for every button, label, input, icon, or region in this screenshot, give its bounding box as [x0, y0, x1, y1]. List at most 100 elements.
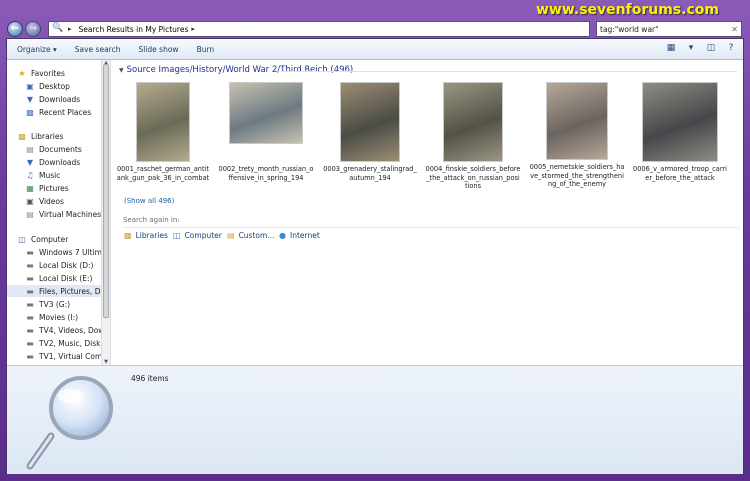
clear-search-icon[interactable]: ✕: [731, 25, 738, 34]
nav-downloads-lib-label: Downloads: [39, 157, 81, 167]
nav-virtual-label: Virtual Machines: [39, 209, 102, 219]
nav-documents[interactable]: ▤ Documents: [25, 143, 82, 155]
nav-drive-tv2[interactable]: ▬ TV2, Music, Disk Images: [25, 337, 101, 349]
nav-drive-f[interactable]: ▬ Files, Pictures, Dev (F:): [7, 285, 101, 297]
nav-computer[interactable]: ◫ Computer: [17, 233, 68, 245]
drive-icon: ▬: [26, 338, 34, 348]
file-thumbnail[interactable]: 0002_trety_month_russian_offensive_in_sp…: [218, 82, 314, 182]
search-again-custom-label: Custom...: [238, 231, 275, 240]
nav-drive-label: Movies (I:): [39, 312, 79, 322]
view-options-icon[interactable]: ▦: [665, 42, 677, 54]
scroll-thumb[interactable]: [103, 64, 109, 318]
recent-places-icon: ▩: [26, 107, 34, 117]
breadcrumb-chevron[interactable]: ▸: [191, 25, 195, 33]
nav-drive-c[interactable]: ▬ Windows 7 Ultimate: [25, 246, 101, 258]
nav-favorites[interactable]: ★ Favorites: [17, 67, 65, 79]
videos-icon: ▣: [26, 196, 34, 206]
drive-icon: ▬: [26, 299, 34, 309]
nav-drive-i[interactable]: ▬ Movies (I:): [25, 311, 101, 323]
search-again-internet[interactable]: ● Internet: [279, 231, 320, 240]
nav-libraries[interactable]: ▩ Libraries: [17, 130, 63, 142]
drive-icon: ▬: [26, 325, 34, 335]
image-thumbnail: [443, 82, 503, 162]
downloads-icon: ▼: [26, 94, 34, 104]
file-thumbnail[interactable]: 0004_finskie_soldiers_before_the_attack_…: [425, 82, 521, 191]
group-header-rule: [281, 71, 737, 72]
nav-drive-label: Files, Pictures, Dev (F:): [39, 286, 101, 296]
search-again-libraries[interactable]: ▩ Libraries: [124, 231, 168, 240]
nav-drive-tv1[interactable]: ▬ TV1, Virtual Computers: [25, 350, 101, 362]
nav-downloads-fav[interactable]: ▼ Downloads: [25, 93, 80, 105]
brand-watermark: www.sevenforums.com: [536, 2, 719, 18]
nav-recent-label: Recent Places: [39, 107, 92, 117]
image-thumbnail: [642, 82, 718, 162]
drive-icon: ▬: [26, 260, 34, 270]
breadcrumb-separator[interactable]: ▸: [68, 25, 72, 33]
file-name: 0006_v_armored_troop_carrier_before_the_…: [633, 165, 727, 182]
help-icon[interactable]: ?: [725, 42, 737, 54]
file-name: 0002_trety_month_russian_offensive_in_sp…: [218, 165, 314, 182]
save-search-button[interactable]: Save search: [75, 45, 121, 54]
back-button[interactable]: ←: [7, 21, 23, 37]
file-thumbnail[interactable]: 0006_v_armored_troop_carrier_before_the_…: [632, 82, 728, 182]
drive-icon: ▬: [26, 247, 34, 257]
item-count: 496 items: [131, 374, 169, 383]
search-query[interactable]: tag:"world war": [600, 25, 731, 34]
image-thumbnail: [229, 82, 303, 144]
documents-icon: ▤: [26, 144, 34, 154]
pictures-icon: ▦: [26, 183, 34, 193]
address-bar[interactable]: 🔍 ▸ Search Results in My Pictures ▸: [48, 21, 590, 37]
organize-button[interactable]: Organize ▾: [17, 45, 57, 54]
explorer-client: Organize ▾ Save search Slide show Burn ▦…: [6, 38, 744, 474]
libraries-icon: ▩: [18, 131, 26, 141]
slideshow-button[interactable]: Slide show: [138, 45, 178, 54]
nav-drive-label: Local Disk (D:): [39, 260, 94, 270]
search-again-computer[interactable]: ◫ Computer: [173, 231, 222, 240]
show-all-link[interactable]: (Show all 496): [124, 197, 174, 205]
file-name: 0004_finskie_soldiers_before_the_attack_…: [425, 165, 521, 191]
nav-downloads-lib[interactable]: ▼ Downloads: [25, 156, 80, 168]
breadcrumb-search-results[interactable]: Search Results in My Pictures: [79, 25, 189, 34]
drive-icon: ▬: [26, 312, 34, 322]
collapse-chevron-icon[interactable]: ▼: [119, 67, 124, 74]
file-thumbnail[interactable]: 0003_grenadery_stalingrad_autumn_194: [322, 82, 418, 182]
image-thumbnail: [340, 82, 400, 162]
details-pane: 496 items: [7, 365, 743, 474]
file-thumbnail[interactable]: 0001_raschet_german_antitank_gun_pak_36_…: [115, 82, 211, 182]
file-name: 0003_grenadery_stalingrad_autumn_194: [323, 165, 417, 182]
search-again-computer-label: Computer: [184, 231, 222, 240]
group-title: Source Images/History/World War 2/Third …: [126, 65, 354, 75]
search-folder-icon: 🔍: [52, 23, 64, 33]
search-input[interactable]: tag:"world war" ✕: [596, 21, 742, 37]
nav-videos-label: Videos: [39, 196, 64, 206]
preview-pane-icon[interactable]: ◫: [705, 42, 717, 54]
nav-drive-e[interactable]: ▬ Local Disk (E:): [25, 272, 101, 284]
nav-virtual-machines[interactable]: ▤ Virtual Machines: [25, 208, 101, 220]
search-again-custom[interactable]: ▤ Custom...: [227, 231, 274, 240]
nav-drive-label: Windows 7 Ultimate: [39, 247, 101, 257]
organize-label: Organize: [17, 44, 51, 54]
group-header[interactable]: ▼ Source Images/History/World War 2/Third…: [119, 65, 353, 75]
nav-drive-label: TV1, Virtual Computers: [39, 351, 101, 361]
window-frame: www.sevenforums.com ← → 🔍 ▸ Search Resul…: [0, 0, 750, 481]
burn-button[interactable]: Burn: [197, 45, 215, 54]
nav-videos[interactable]: ▣ Videos: [25, 195, 64, 207]
nav-drive-tv4[interactable]: ▬ TV4, Videos, Downloads: [25, 324, 101, 336]
nav-drive-g[interactable]: ▬ TV3 (G:): [25, 298, 101, 310]
nav-recent-places[interactable]: ▩ Recent Places: [25, 106, 91, 118]
nav-documents-label: Documents: [39, 144, 82, 154]
forward-button[interactable]: →: [25, 21, 41, 37]
nav-desktop[interactable]: ▣ Desktop: [25, 80, 70, 92]
nav-desktop-label: Desktop: [39, 81, 70, 91]
nav-drive-d[interactable]: ▬ Local Disk (D:): [25, 259, 101, 271]
view-dropdown-icon[interactable]: ▾: [685, 42, 697, 54]
file-thumbnail[interactable]: 0005_nemetskie_soldiers_have_stormed_the…: [529, 82, 625, 189]
nav-scrollbar[interactable]: ▲ ▼: [101, 60, 110, 365]
nav-favorites-label: Favorites: [31, 68, 65, 78]
nav-pictures[interactable]: ▦ Pictures: [25, 182, 68, 194]
back-arrow-icon: ←: [10, 23, 20, 34]
search-again-rule: [123, 227, 739, 228]
file-name: 0001_raschet_german_antitank_gun_pak_36_…: [116, 165, 210, 182]
navigation-pane: ★ Favorites ▣ Desktop ▼ Downloads ▩ Recent P…: [7, 60, 109, 365]
nav-music[interactable]: ♫ Music: [25, 169, 60, 181]
